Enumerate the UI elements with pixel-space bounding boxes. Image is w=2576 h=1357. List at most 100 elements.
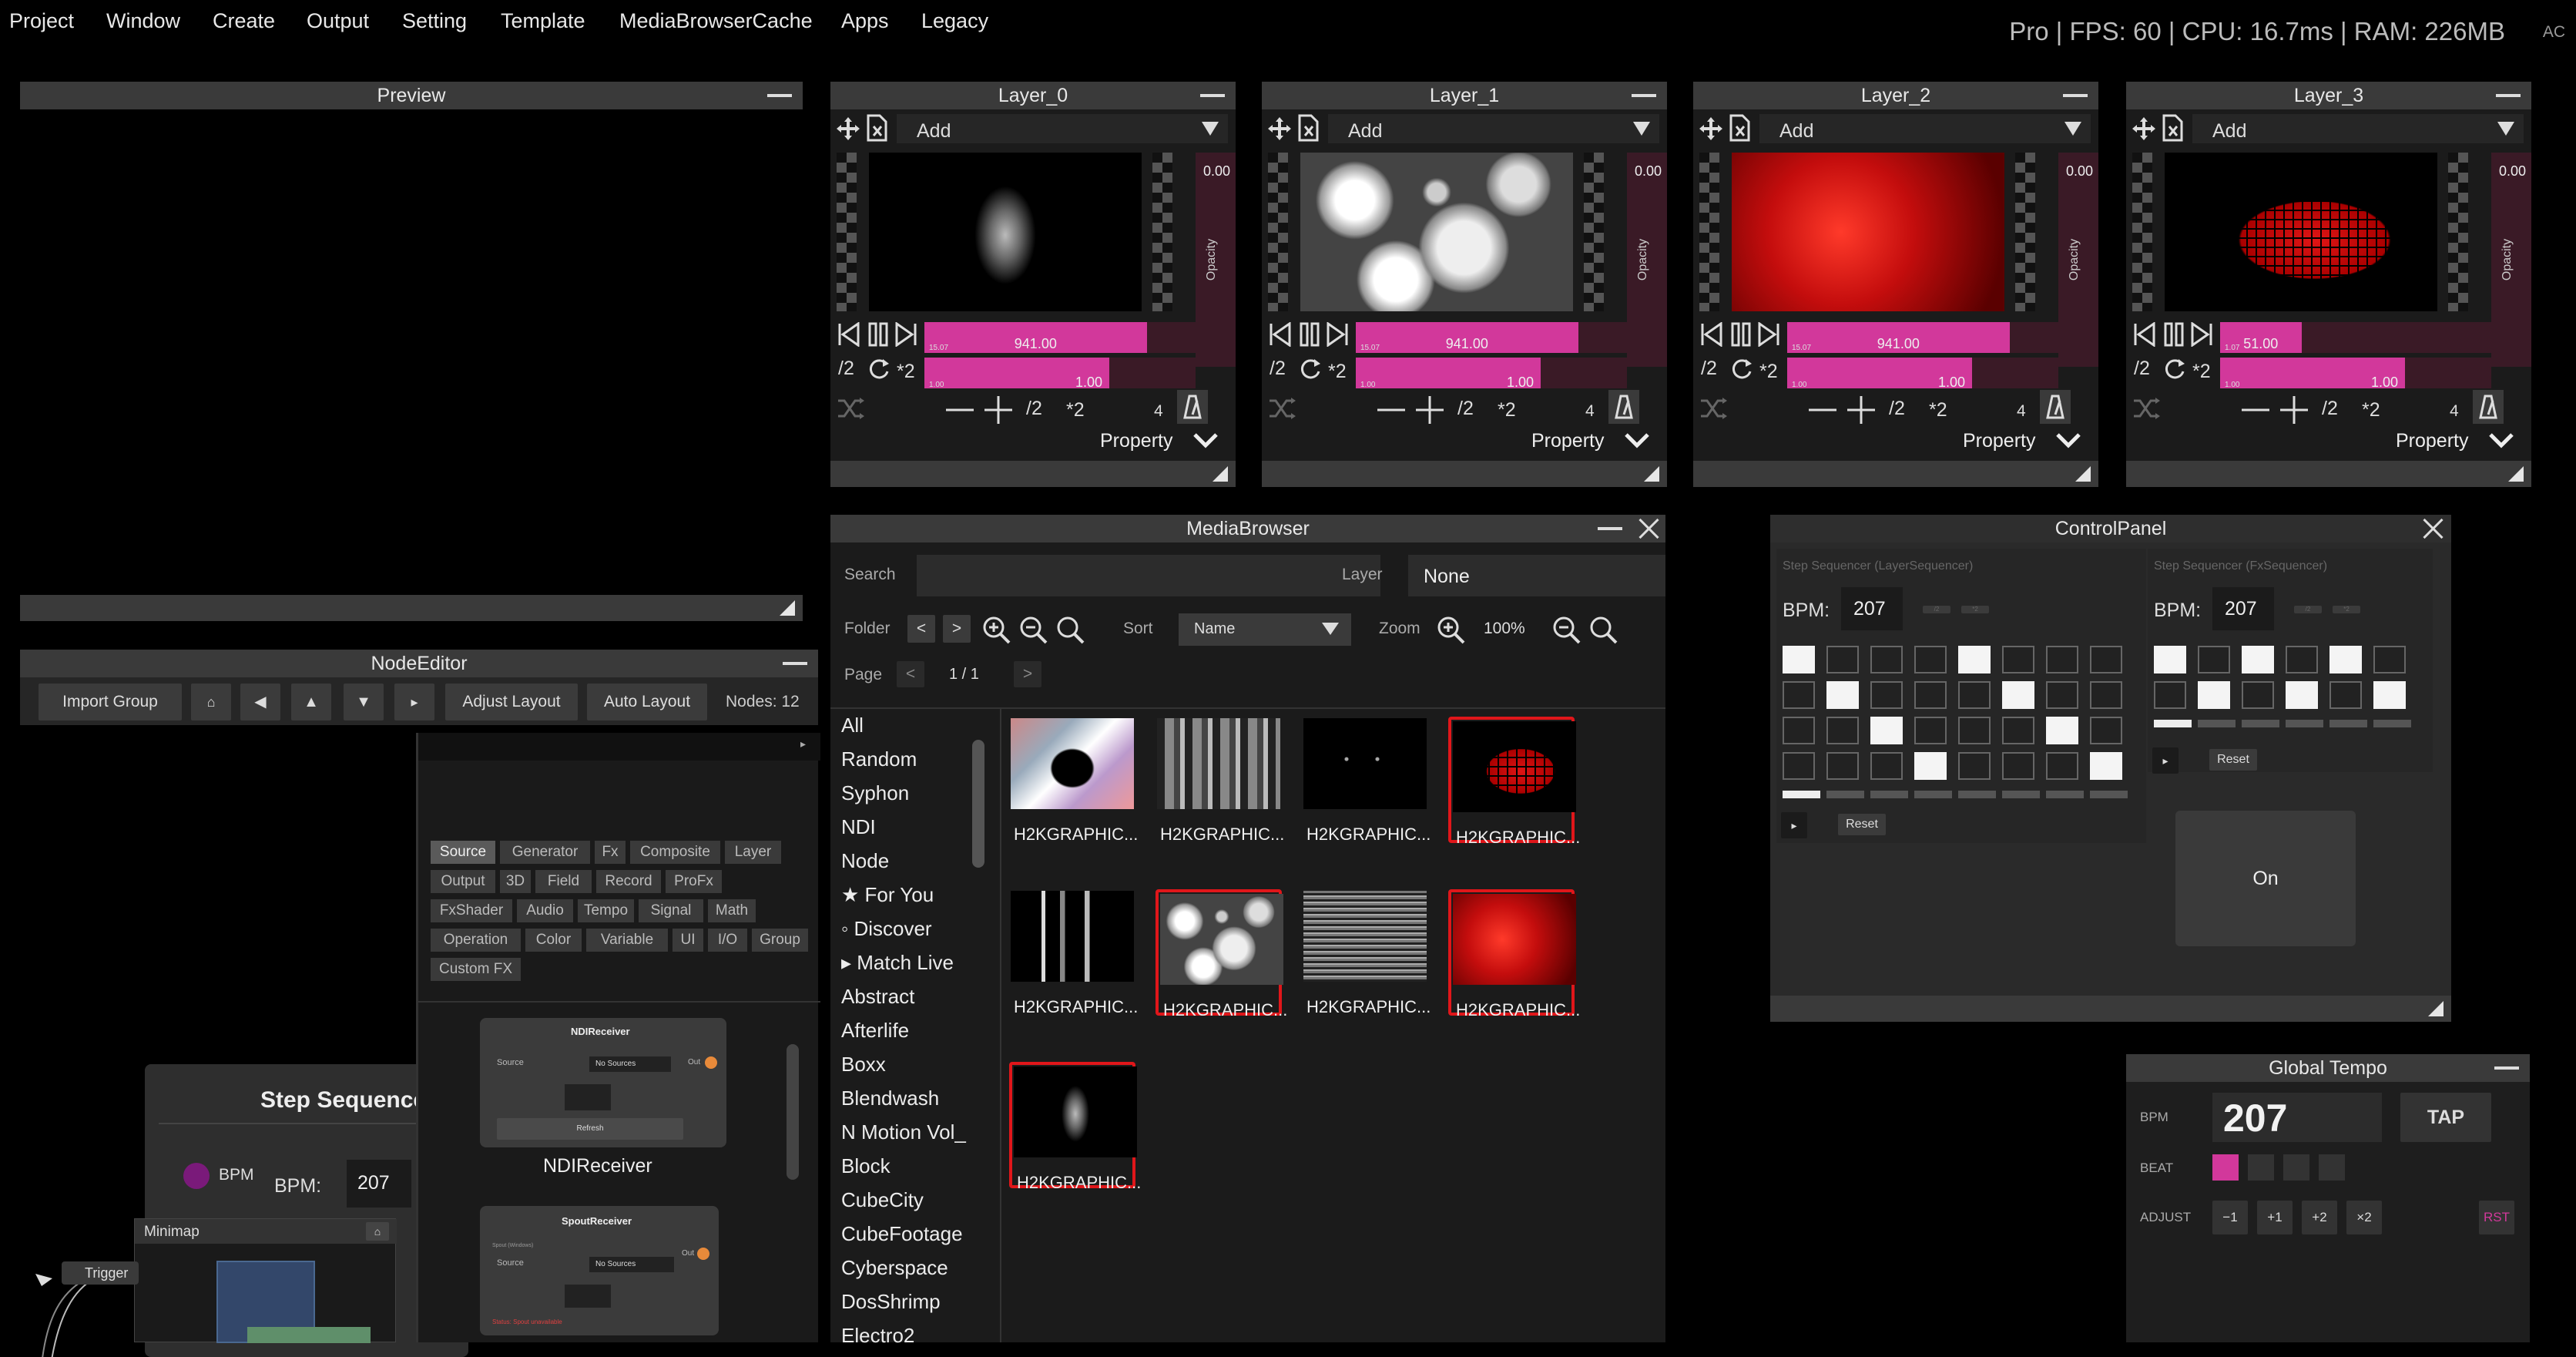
spout-receiver-node[interactable]: SpoutReceiver Spout (Windows) Source No … <box>480 1206 719 1335</box>
auto-layout-button[interactable]: Auto Layout <box>587 684 707 720</box>
trigger-node[interactable]: Trigger <box>62 1261 139 1285</box>
category-item[interactable]: N Motion Vol_ <box>841 1120 966 1144</box>
step-cell[interactable] <box>2090 752 2122 780</box>
metronome-button[interactable] <box>1608 390 1639 424</box>
preview-title-bar[interactable]: Preview <box>20 82 803 109</box>
step-cell[interactable] <box>2154 681 2186 709</box>
step-cell[interactable] <box>1958 681 1991 709</box>
speed-slider[interactable]: 15.07 941.00 <box>1787 322 2058 353</box>
category-item[interactable]: ★ For You <box>841 883 934 907</box>
menu-mediabrowsercache[interactable]: MediaBrowserCache <box>619 9 813 33</box>
plus-icon[interactable] <box>983 395 1014 425</box>
source-select[interactable]: No Sources <box>589 1056 671 1072</box>
minimize-icon[interactable] <box>767 94 792 97</box>
half-button[interactable]: /2 <box>1923 606 1950 613</box>
media-item[interactable]: H2KGRAPHIC... <box>1302 717 1431 844</box>
move-icon[interactable] <box>1698 116 1724 142</box>
step-cell[interactable] <box>2002 717 2034 744</box>
opacity-slider[interactable]: 0.00 Opacity <box>2058 153 2098 367</box>
category-scrollbar[interactable] <box>972 740 984 868</box>
chevron-down-icon[interactable] <box>1624 432 1650 450</box>
skip-back-icon[interactable] <box>837 322 861 347</box>
zoom-out-icon[interactable] <box>1018 615 1049 646</box>
tap-button[interactable]: TAP <box>2400 1093 2491 1142</box>
metronome-button[interactable] <box>1177 390 1208 424</box>
category-item[interactable]: CubeCity <box>841 1188 924 1212</box>
minus-icon[interactable] <box>944 395 975 425</box>
double-button[interactable]: *2 <box>1066 399 1085 422</box>
expand-icon[interactable]: ▸ <box>800 737 806 751</box>
loop-icon[interactable] <box>2162 356 2188 382</box>
half-button[interactable]: /2 <box>1457 398 1474 420</box>
category-item[interactable]: Node <box>841 849 889 873</box>
node-category-tag[interactable]: Composite <box>630 841 720 864</box>
chevron-down-icon[interactable] <box>2488 432 2514 450</box>
skip-forward-icon[interactable] <box>1756 322 1781 347</box>
scale-slider[interactable]: 1.00 1.00 <box>924 358 1196 390</box>
reset-button[interactable]: Reset <box>2209 749 2257 771</box>
move-left-button[interactable]: ◀ <box>240 684 280 720</box>
chevron-down-icon[interactable] <box>2055 432 2081 450</box>
menu-apps[interactable]: Apps <box>841 9 889 33</box>
step-cell[interactable] <box>2046 717 2078 744</box>
move-icon[interactable] <box>2131 116 2157 142</box>
media-item[interactable]: H2KGRAPHIC... <box>1448 889 1580 1019</box>
node-category-tag[interactable]: Field <box>535 870 592 893</box>
bpm-input[interactable]: 207 <box>347 1160 411 1208</box>
layer-title-bar[interactable]: Layer_1 <box>1262 82 1667 109</box>
step-cell[interactable] <box>2002 752 2034 780</box>
half-button[interactable]: /2 <box>1889 398 1905 420</box>
more-button[interactable]: ▸ <box>394 684 434 720</box>
minimize-icon[interactable] <box>1598 527 1622 530</box>
page-prev-button[interactable]: < <box>897 661 924 687</box>
half-speed-button[interactable]: /2 <box>2134 358 2150 380</box>
zoom-out-icon[interactable] <box>1551 615 1582 646</box>
folder-next-button[interactable]: > <box>943 615 971 643</box>
clear-file-icon[interactable] <box>866 114 889 142</box>
step-cell[interactable] <box>2154 646 2186 673</box>
speed-slider[interactable]: 1.07 51.00 <box>2220 322 2491 353</box>
scale-slider[interactable]: 1.00 1.00 <box>2220 358 2491 390</box>
node-category-tag[interactable]: ProFx <box>666 870 722 893</box>
move-up-button[interactable]: ▲ <box>291 684 331 720</box>
media-item[interactable]: H2KGRAPHIC... <box>1009 1062 1141 1192</box>
half-speed-button[interactable]: /2 <box>1270 358 1286 380</box>
minus-icon[interactable] <box>1807 395 1838 425</box>
minus-icon[interactable] <box>2240 395 2271 425</box>
minimize-icon[interactable] <box>2494 1066 2519 1070</box>
step-cell[interactable] <box>2373 646 2406 673</box>
step-cell[interactable] <box>2329 681 2362 709</box>
node-canvas[interactable]: Step Sequence BPM BPM: 207 Minimap ⌂ Tri… <box>20 725 820 1357</box>
step-cell[interactable] <box>2090 646 2122 673</box>
menu-legacy[interactable]: Legacy <box>921 9 988 33</box>
node-category-tag[interactable]: FxShader <box>431 899 512 922</box>
menu-template[interactable]: Template <box>501 9 585 33</box>
minimize-icon[interactable] <box>2063 94 2088 97</box>
step-cell[interactable] <box>1826 646 1859 673</box>
plus-icon[interactable] <box>1414 395 1445 425</box>
step-cell[interactable] <box>1826 681 1859 709</box>
resize-handle-icon[interactable] <box>780 600 795 616</box>
skip-forward-icon[interactable] <box>894 322 918 347</box>
category-item[interactable]: Boxx <box>841 1053 886 1077</box>
step-cell[interactable] <box>2046 646 2078 673</box>
node-category-tag[interactable]: UI <box>673 929 703 952</box>
global-bpm-input[interactable]: 207 <box>2212 1093 2382 1142</box>
step-cell[interactable] <box>1914 681 1947 709</box>
step-cell[interactable] <box>2242 681 2274 709</box>
add-dropdown[interactable]: Add <box>1328 114 1659 143</box>
half-button[interactable]: /2 <box>2294 606 2322 613</box>
step-cell[interactable] <box>1914 646 1947 673</box>
layer-select[interactable]: None <box>1408 555 1665 596</box>
node-category-tag[interactable]: Record <box>596 870 661 893</box>
half-speed-button[interactable]: /2 <box>838 358 854 380</box>
category-item[interactable]: Afterlife <box>841 1019 909 1043</box>
minimize-icon[interactable] <box>1632 94 1656 97</box>
category-item[interactable]: Electro2 <box>841 1324 914 1348</box>
import-group-button[interactable]: Import Group <box>39 684 182 720</box>
adjust-plus-two-button[interactable]: +2 <box>2302 1201 2337 1234</box>
close-icon[interactable] <box>1636 516 1662 541</box>
shuffle-icon[interactable] <box>2131 393 2162 424</box>
layer-title-bar[interactable]: Layer_3 <box>2126 82 2531 109</box>
scale-slider[interactable]: 1.00 1.00 <box>1787 358 2058 390</box>
